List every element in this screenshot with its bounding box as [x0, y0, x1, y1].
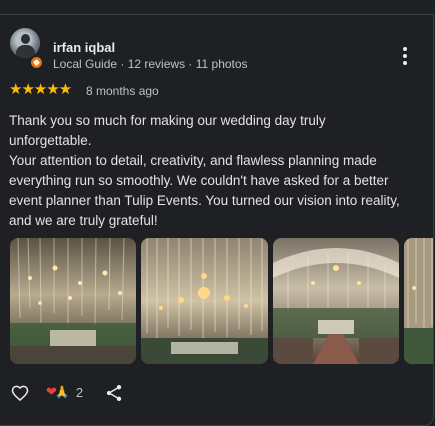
review-line: Your attention to detail, creativity, an…	[9, 153, 377, 168]
review-photo[interactable]	[10, 238, 136, 364]
top-edge	[0, 0, 435, 14]
review-text: Thank you so much for making our wedding…	[9, 111, 427, 231]
more-vert-icon	[403, 47, 407, 51]
review-line: everything run so smoothly. We couldn't …	[9, 173, 389, 188]
author-name[interactable]: irfan iqbal	[53, 40, 115, 55]
more-vert-icon-dot	[403, 54, 407, 58]
review-photo[interactable]	[141, 238, 268, 364]
rating-stars: ★★★★★	[9, 81, 72, 98]
author-meta: Local Guide · 12 reviews · 11 photos	[53, 57, 248, 71]
author-avatar[interactable]	[10, 28, 40, 58]
review-photos	[10, 238, 433, 365]
share-icon	[106, 385, 122, 401]
reaction-pray-icon: 🙏	[54, 385, 70, 399]
reaction-count: 2	[75, 384, 84, 400]
review-line: unforgettable.	[9, 133, 92, 148]
review-line: and we are truly grateful!	[9, 213, 158, 228]
share-button[interactable]	[104, 383, 124, 403]
heart-outline-icon	[11, 385, 29, 402]
avatar-head	[21, 34, 30, 44]
reaction-summary[interactable]: ❤ 🙏 2	[46, 384, 83, 400]
review-line: Thank you so much for making our wedding…	[9, 113, 326, 128]
review-time: 8 months ago	[86, 84, 159, 98]
local-guide-badge-icon	[30, 56, 43, 69]
review-photo[interactable]	[404, 238, 433, 364]
more-vert-icon-dot	[403, 61, 407, 65]
more-options-button[interactable]	[397, 44, 413, 68]
review-photo[interactable]	[273, 238, 399, 364]
review-line: event planner than Tulip Events. You tur…	[9, 193, 400, 208]
like-button[interactable]	[10, 383, 30, 403]
